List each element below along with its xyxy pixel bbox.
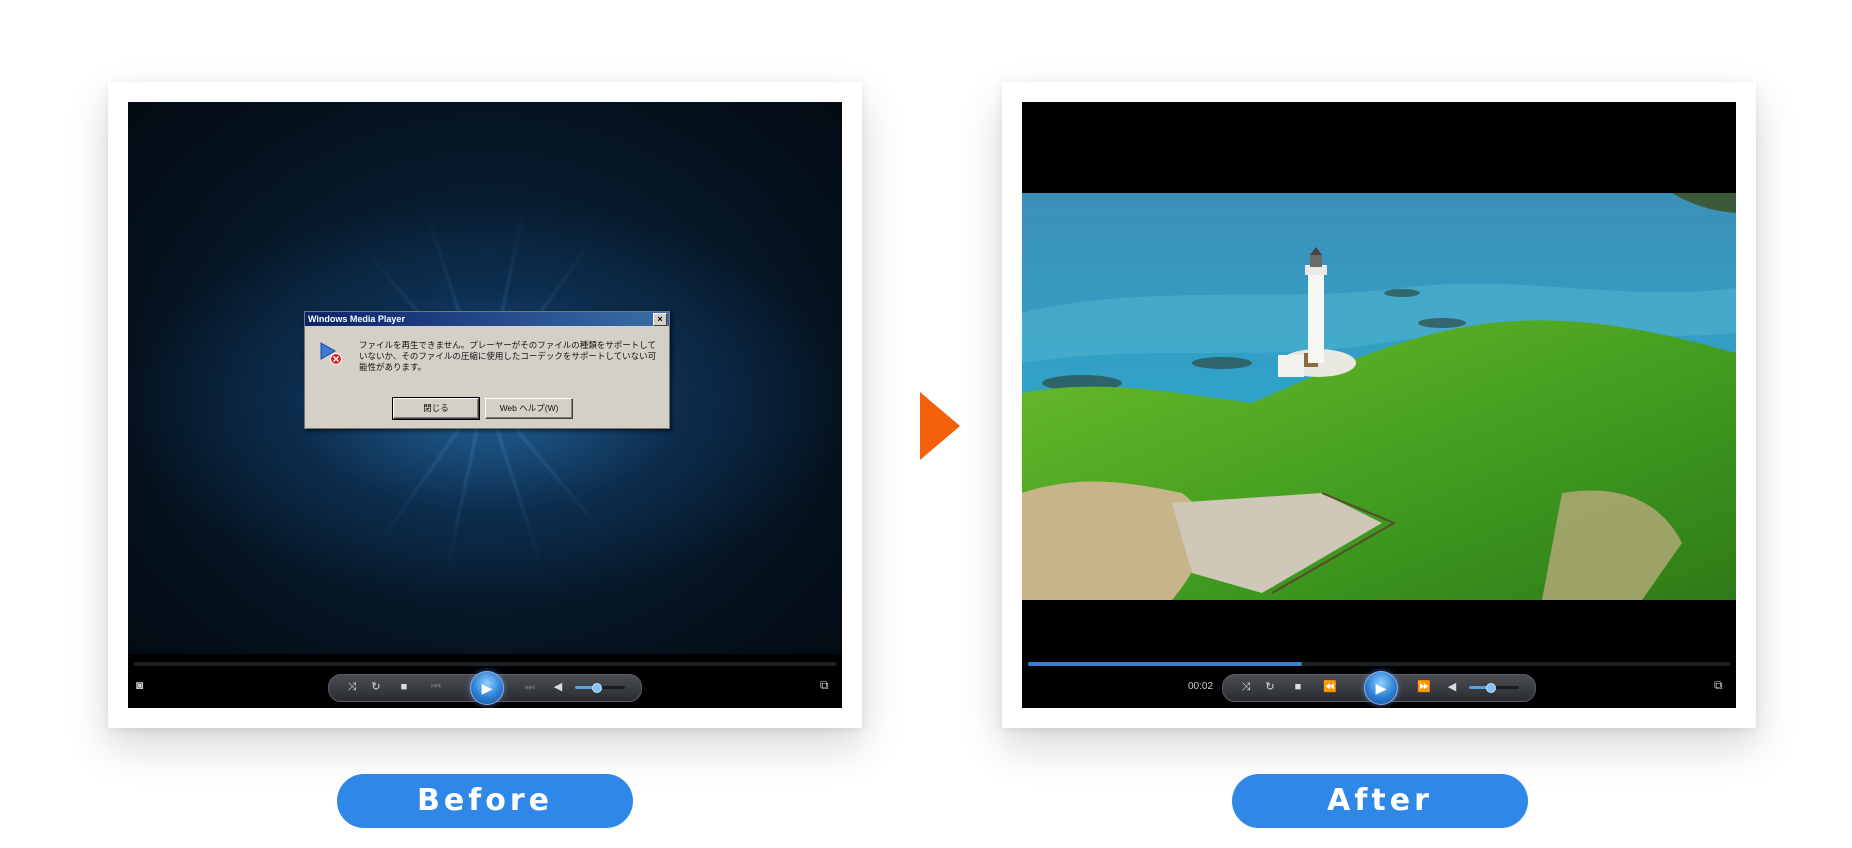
previous-icon[interactable]: ⏪ xyxy=(1322,680,1338,694)
volume-slider[interactable] xyxy=(1469,683,1519,693)
before-label: Before xyxy=(337,774,633,828)
after-screenshot-frame: 00:02 ⤨ ↻ ■ ⏪ ▶ ⏩ ◀ ⧉ xyxy=(1002,82,1756,728)
after-label: After xyxy=(1232,774,1528,828)
play-button[interactable]: ▶ xyxy=(1364,671,1398,705)
shuffle-icon[interactable]: ⤨ xyxy=(1238,680,1254,694)
camera-icon[interactable]: ◙ xyxy=(136,678,143,692)
next-icon[interactable]: ⏩ xyxy=(1416,680,1432,694)
dialog-message: ファイルを再生できません。プレーヤーがそのファイルの種類をサポートしていないか、… xyxy=(359,340,657,372)
dialog-close-button[interactable]: × xyxy=(653,313,667,326)
stop-icon[interactable]: ■ xyxy=(396,680,412,694)
repeat-icon[interactable]: ↻ xyxy=(1262,680,1278,694)
media-error-icon xyxy=(320,342,342,365)
next-icon[interactable]: ⏭ xyxy=(522,680,538,694)
before-player-window: Windows Media Player × ファイルを再生できません。プレーヤ… xyxy=(128,102,842,708)
dialog-titlebar: Windows Media Player × xyxy=(305,312,669,326)
player-controls: 00:02 ⤨ ↻ ■ ⏪ ▶ ⏩ ◀ ⧉ xyxy=(1022,654,1736,708)
elapsed-time: 00:02 xyxy=(1188,681,1214,692)
play-icon: ▶ xyxy=(481,680,493,696)
play-icon: ▶ xyxy=(1375,680,1387,696)
shuffle-icon[interactable]: ⤨ xyxy=(344,680,360,694)
switch-to-now-playing-icon[interactable]: ⧉ xyxy=(820,678,829,692)
lighthouse-scene xyxy=(1022,193,1736,600)
after-player-window: 00:02 ⤨ ↻ ■ ⏪ ▶ ⏩ ◀ ⧉ xyxy=(1022,102,1736,708)
switch-to-now-playing-icon[interactable]: ⧉ xyxy=(1714,678,1723,692)
web-help-button[interactable]: Web ヘルプ(W) xyxy=(485,398,573,419)
close-button[interactable]: 閉じる xyxy=(392,397,480,420)
player-controls: ◙ ⤨ ↻ ■ ⏮ ▶ ⏭ ◀ ⧉ xyxy=(128,654,842,708)
volume-knob[interactable] xyxy=(1486,683,1496,693)
dialog-title: Windows Media Player xyxy=(308,314,405,324)
mute-icon[interactable]: ◀ xyxy=(550,680,566,694)
next-arrow-icon xyxy=(920,392,960,460)
mute-icon[interactable]: ◀ xyxy=(1444,680,1460,694)
volume-knob[interactable] xyxy=(592,683,602,693)
seek-bar[interactable] xyxy=(134,662,836,666)
previous-icon[interactable]: ⏮ xyxy=(428,680,444,694)
play-button[interactable]: ▶ xyxy=(470,671,504,705)
volume-slider[interactable] xyxy=(575,683,625,693)
error-dialog: Windows Media Player × ファイルを再生できません。プレーヤ… xyxy=(304,311,670,429)
video-frame xyxy=(1022,193,1736,600)
seek-progress xyxy=(1028,662,1302,666)
before-screenshot-frame: Windows Media Player × ファイルを再生できません。プレーヤ… xyxy=(108,82,862,728)
seek-bar[interactable] xyxy=(1028,662,1730,666)
stop-icon[interactable]: ■ xyxy=(1290,680,1306,694)
repeat-icon[interactable]: ↻ xyxy=(368,680,384,694)
